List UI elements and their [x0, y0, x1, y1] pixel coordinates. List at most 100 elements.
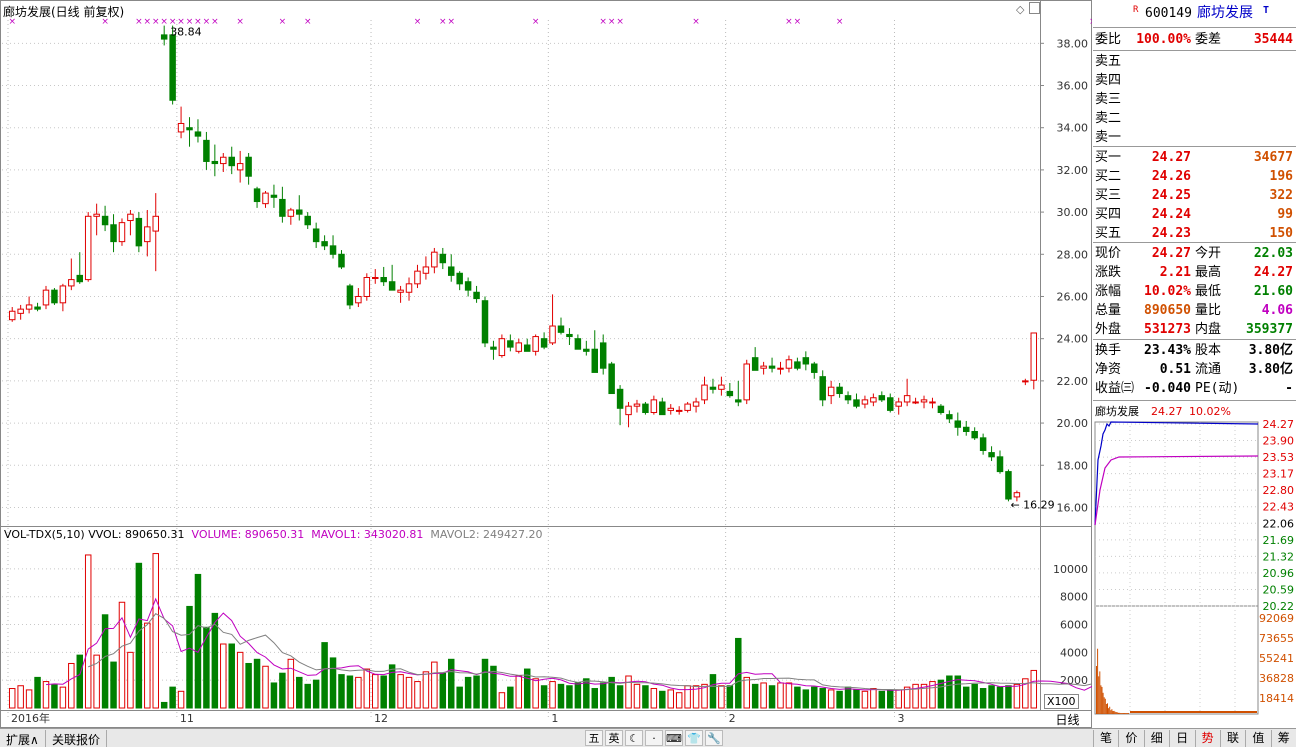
candle-body	[988, 452, 995, 458]
date-tick-label: 2	[729, 712, 736, 725]
volume-bar	[777, 682, 784, 709]
panel-tab[interactable]: 值	[1245, 730, 1270, 747]
panel-tab[interactable]: 细	[1143, 730, 1169, 747]
volume-bar	[329, 657, 337, 709]
tab-related-quotes[interactable]: 关联报价	[46, 730, 108, 747]
price-tick-label: 18.00	[1057, 459, 1089, 472]
volume-bar	[59, 686, 67, 709]
mini-price-label: 23.90	[1263, 435, 1295, 448]
candle-body	[363, 276, 371, 297]
candle-body	[304, 215, 311, 226]
event-marker: ×	[836, 17, 844, 27]
panel-tab[interactable]: 势	[1194, 730, 1220, 747]
event-marker: ×	[692, 17, 700, 27]
volume-bar	[718, 685, 725, 709]
event-marker: ×	[616, 17, 624, 27]
candle-body	[194, 131, 202, 137]
volume-bar	[540, 685, 548, 709]
mavol1-line	[45, 597, 1092, 691]
mini-price-label: 20.59	[1263, 583, 1295, 596]
candle-body	[34, 306, 41, 310]
candle-body	[135, 217, 143, 247]
tab-expand[interactable]: 扩展∧	[0, 730, 46, 747]
panel-tab[interactable]: 价	[1118, 730, 1143, 747]
volume-bar	[566, 685, 573, 709]
panel-tab[interactable]: 日	[1169, 730, 1194, 747]
volume-bar	[17, 685, 24, 709]
toolbar-icon[interactable]: ⌨	[665, 730, 683, 746]
intraday-volume-bar	[1121, 713, 1123, 714]
intraday-chart[interactable]: 24.27 23.90 23.53 23.17 22.80 22.43 22.06 21.69…	[1093, 420, 1296, 728]
intraday-volume-bar	[1113, 710, 1115, 714]
candle-body	[144, 226, 151, 243]
kline-chart[interactable]: 38.00 36.00 34.00 32.00 30.00 28.00 26.00 24.00…	[0, 0, 1092, 728]
fundamental-row: 净资 0.51 流通 3.80亿	[1095, 362, 1293, 377]
mini-price-label: 22.43	[1263, 501, 1295, 514]
candle-body	[675, 409, 683, 412]
candle-body	[802, 357, 810, 365]
event-marker: ×	[194, 17, 202, 27]
volume-bar	[363, 668, 371, 709]
stock-header: R 600149 廊坊发展 T	[1093, 4, 1296, 24]
mini-volume-label: 92069	[1259, 612, 1294, 625]
event-marker: ×	[203, 17, 211, 27]
panel-tab[interactable]: 联	[1220, 730, 1245, 747]
volume-bar	[549, 681, 556, 709]
intraday-volume-bar	[1107, 703, 1108, 714]
candle-body	[93, 213, 100, 217]
candle-body	[481, 300, 489, 344]
volume-bar	[802, 689, 810, 709]
mini-volume-label: 73655	[1259, 632, 1294, 645]
volume-bar	[751, 683, 759, 709]
intraday-volume-bar	[1112, 711, 1114, 714]
stock-name[interactable]: 廊坊发展	[1197, 4, 1253, 23]
candle-body	[296, 209, 303, 215]
volume-bar	[988, 685, 995, 709]
period-label[interactable]: 日线	[1044, 711, 1091, 728]
window-toggle-icon[interactable]	[1029, 2, 1040, 14]
volume-bar	[726, 685, 734, 709]
sell-row: 卖一	[1095, 130, 1122, 145]
toolbar-icon[interactable]: 五	[585, 730, 603, 746]
event-marker: ×	[279, 17, 287, 27]
event-marker: ×	[144, 17, 152, 27]
candle-body	[253, 188, 261, 203]
candle-body	[447, 266, 455, 276]
panel-tab[interactable]: 笔	[1093, 730, 1118, 747]
mini-price-label: 22.06	[1263, 517, 1295, 530]
candle-body	[372, 276, 379, 279]
toolbar-icon[interactable]: ☾	[625, 730, 643, 746]
intraday-volume-bar	[1103, 697, 1105, 714]
volume-bar	[498, 692, 506, 709]
volume-bar	[236, 651, 244, 709]
price-tick-label: 16.00	[1057, 501, 1089, 514]
candle-body	[287, 209, 295, 217]
price-tick-label: 20.00	[1057, 417, 1089, 430]
toolbar-icon[interactable]: ·	[645, 730, 663, 746]
volume-bar	[68, 662, 75, 709]
fundamental-row: 收益㈢ -0.040 PE(动) -	[1095, 381, 1293, 396]
volume-bar	[270, 682, 278, 709]
intraday-volume-bar	[1099, 671, 1101, 714]
volume-bar	[405, 676, 413, 709]
candle-body	[549, 325, 556, 344]
volume-bar	[819, 688, 826, 709]
candle-body	[726, 390, 734, 397]
quote-row: 总量 890650 量比 4.06	[1095, 303, 1293, 318]
candle-body	[895, 401, 902, 407]
candle-body	[962, 426, 970, 433]
toolbar-icon[interactable]: 👕	[685, 730, 703, 746]
vol-indicator-name[interactable]: VOL-TDX(5,10)	[4, 528, 85, 541]
panel-tab[interactable]: 筹	[1270, 730, 1296, 747]
toolbar-icon[interactable]: 英	[605, 730, 623, 746]
low-price-label: ← 16.29	[1010, 498, 1054, 511]
kline-chart-area[interactable]: 38.00 36.00 34.00 32.00 30.00 28.00 26.00 24.00…	[0, 0, 1092, 728]
volume-bar	[844, 686, 852, 709]
diamond-icon[interactable]: ◇	[1016, 3, 1024, 16]
toolbar-icon[interactable]: 🔧	[705, 730, 723, 746]
t-badge[interactable]: T	[1263, 1, 1269, 20]
candle-body	[25, 304, 33, 310]
price-tick-label: 24.00	[1057, 333, 1089, 346]
candle-body	[388, 281, 396, 291]
volume-bar	[76, 654, 84, 709]
